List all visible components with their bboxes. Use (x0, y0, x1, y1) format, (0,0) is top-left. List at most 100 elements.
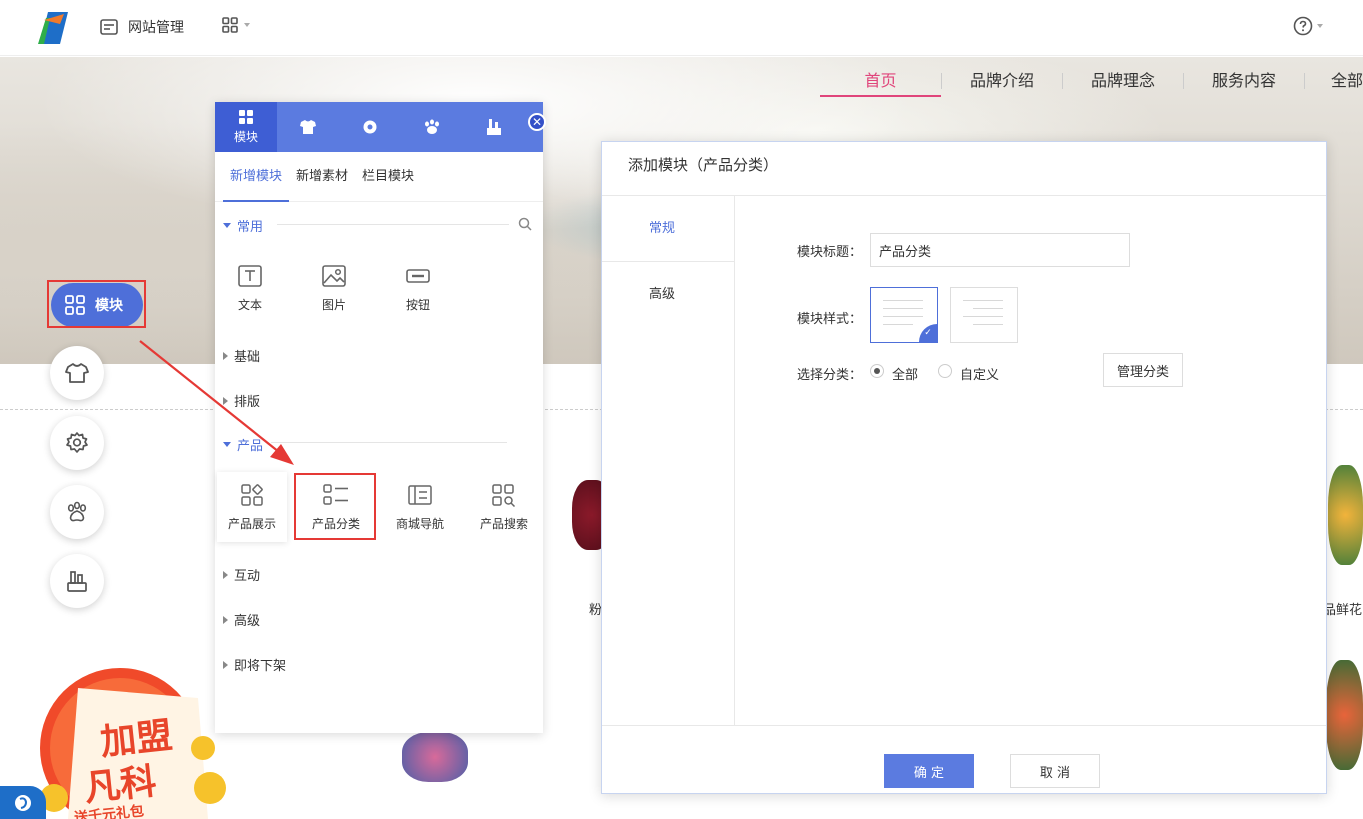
sub-tab-column-module[interactable]: 栏目模块 (355, 152, 421, 202)
cancel-button[interactable]: 取 消 (1010, 754, 1100, 788)
tool-text[interactable]: 文本 (215, 264, 285, 313)
site-management-label: 网站管理 (128, 20, 184, 36)
triangle-right-icon (223, 570, 228, 579)
radio-all-label: 全部 (892, 368, 919, 383)
apps-menu[interactable] (222, 17, 250, 33)
theme-button[interactable] (50, 346, 104, 400)
product-thumbnail (1326, 660, 1363, 770)
triangle-right-icon (223, 396, 228, 405)
section-advanced[interactable]: 高级 (223, 610, 260, 629)
triangle-right-icon (223, 615, 228, 624)
site-nav-brand-intro[interactable]: 品牌介绍 (942, 57, 1062, 97)
gear-icon (363, 120, 377, 134)
pen-holder-icon (487, 119, 501, 135)
radio-custom[interactable] (938, 364, 952, 378)
site-nav-all[interactable]: 全部 (1305, 57, 1363, 97)
category-label: 选择分类： (797, 368, 863, 383)
logo[interactable] (34, 10, 70, 46)
help-menu[interactable] (1293, 16, 1323, 36)
radio-custom-label: 自定义 (960, 368, 1000, 383)
section-basic[interactable]: 基础 (223, 346, 260, 365)
section-layout[interactable]: 排版 (223, 391, 260, 410)
tool-text-label: 文本 (237, 298, 262, 312)
chat-button[interactable] (0, 786, 46, 819)
divider (271, 442, 507, 443)
text-icon (238, 265, 262, 287)
tool-product-search[interactable]: 产品搜索 (469, 483, 539, 532)
tool-mall-navigation-label: 商城导航 (395, 517, 444, 531)
chat-icon (15, 794, 31, 811)
check-icon: ✓ (919, 324, 937, 342)
footer-divider (602, 725, 1326, 726)
gear-icon (66, 432, 88, 453)
help-icon (1293, 16, 1313, 36)
chevron-down-icon (1317, 24, 1323, 28)
image-icon (322, 265, 346, 287)
close-icon[interactable]: ✕ (528, 113, 546, 131)
radio-all[interactable] (870, 364, 884, 378)
shirt-icon (300, 120, 316, 134)
tool-product-search-label: 产品搜索 (479, 517, 528, 531)
tab-modules[interactable]: 模块 (215, 102, 277, 152)
panel-sub-tabs: 新增模块 新增素材 栏目模块 (215, 152, 543, 202)
tool-button[interactable]: 按钮 (383, 264, 453, 313)
tab-general[interactable]: 常规 (602, 196, 734, 262)
annotation-highlight-box (294, 473, 376, 540)
tool-mall-navigation[interactable]: 商城导航 (385, 483, 455, 532)
tool-product-display-label: 产品展示 (227, 517, 276, 531)
dialog-title: 添加模块（产品分类） (602, 142, 1326, 196)
section-advanced-label: 高级 (234, 614, 261, 629)
product-thumbnail (402, 732, 468, 782)
paw-icon (425, 119, 439, 134)
site-navigation: 首页 品牌介绍 品牌理念 服务内容 全部 (820, 57, 1363, 97)
section-basic-label: 基础 (234, 350, 261, 365)
search-icon[interactable] (518, 217, 532, 231)
top-bar: 网站管理 (0, 0, 1363, 56)
section-interact[interactable]: 互动 (223, 565, 260, 584)
section-product[interactable]: 产品 (223, 435, 263, 454)
product-display-icon (241, 484, 263, 506)
browser-icon (100, 19, 118, 35)
style-option-1[interactable]: ✓ (870, 287, 938, 343)
mall-nav-icon (408, 485, 432, 505)
section-deprecated[interactable]: 即将下架 (223, 655, 286, 674)
manage-categories-button[interactable]: 管理分类 (1103, 353, 1183, 387)
tools-button[interactable] (50, 554, 104, 608)
product-name: 品鲜花 (1323, 603, 1363, 618)
sub-tab-new-module[interactable]: 新增模块 (223, 152, 290, 202)
triangle-right-icon (223, 351, 228, 360)
tab-advanced[interactable]: 高级 (602, 262, 734, 328)
grid-icon (239, 110, 253, 124)
panel-tab-bar: 模块 (215, 102, 543, 152)
triangle-down-icon (223, 442, 231, 447)
tab-tools[interactable] (463, 102, 525, 152)
section-common-label: 常用 (237, 220, 264, 235)
site-management-menu[interactable]: 网站管理 (100, 17, 184, 37)
tool-image[interactable]: 图片 (299, 264, 369, 313)
paw-icon (67, 501, 87, 522)
add-module-dialog: 添加模块（产品分类） 常规 高级 模块标题： 模块样式： ✓ 选择分类： 全部 … (601, 141, 1327, 794)
settings-button[interactable] (50, 416, 104, 470)
module-panel: 模块 ✕ 新增模块 新增素材 栏目模块 常用 文本 图片 按钮 基础 排版 产品… (215, 102, 546, 733)
tool-product-display[interactable]: 产品展示 (217, 472, 287, 542)
apps-grid-icon (222, 17, 238, 33)
module-title-input[interactable] (870, 233, 1130, 267)
confirm-button[interactable]: 确 定 (884, 754, 974, 788)
dialog-side-tabs: 常规 高级 (602, 196, 735, 725)
features-button[interactable] (50, 485, 104, 539)
promo-badge[interactable]: 加盟 凡科 送千元礼包 (38, 648, 228, 819)
tab-settings[interactable] (339, 102, 401, 152)
style-option-2[interactable] (950, 287, 1018, 343)
button-icon (406, 269, 430, 283)
site-nav-brand-concept[interactable]: 品牌理念 (1063, 57, 1183, 97)
product-thumbnail (1328, 465, 1363, 565)
section-common[interactable]: 常用 (223, 216, 263, 235)
product-search-icon (492, 484, 516, 507)
tab-theme[interactable] (277, 102, 339, 152)
sub-tab-new-material[interactable]: 新增素材 (289, 152, 355, 202)
site-nav-services[interactable]: 服务内容 (1184, 57, 1304, 97)
triangle-right-icon (223, 660, 228, 669)
site-nav-home[interactable]: 首页 (820, 57, 941, 97)
shirt-icon (65, 363, 89, 383)
tab-features[interactable] (401, 102, 463, 152)
